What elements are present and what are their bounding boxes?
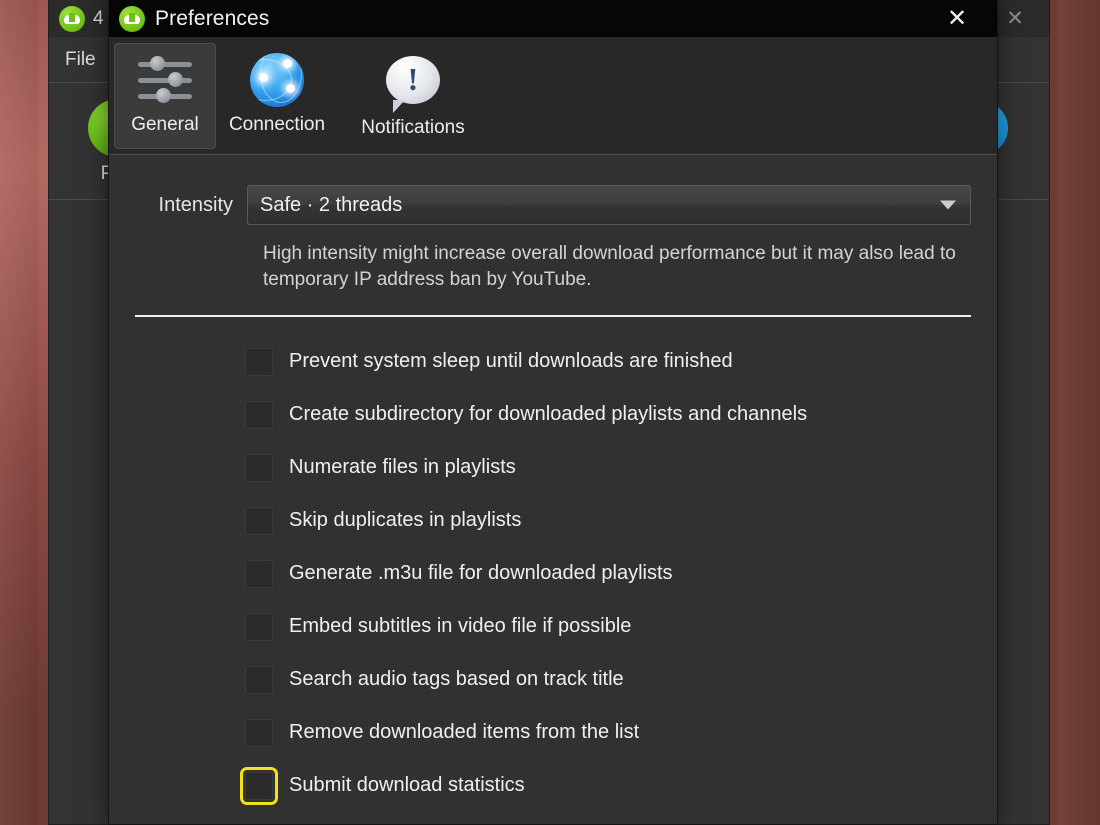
checkbox-generate-m3u[interactable] (245, 560, 273, 588)
option-label: Prevent system sleep until downloads are… (289, 350, 733, 373)
option-row-numerate-files[interactable]: Numerate files in playlists (245, 441, 971, 494)
tab-general-label: General (131, 114, 199, 136)
dialog-tabstrip: General Connection ! Notifications (109, 37, 997, 155)
cloud-download-icon (59, 6, 85, 32)
option-row-create-subdirectory[interactable]: Create subdirectory for downloaded playl… (245, 388, 971, 441)
tab-general[interactable]: General (114, 43, 216, 149)
option-row-remove-downloaded[interactable]: Remove downloaded items from the list (245, 706, 971, 759)
checkbox-embed-subtitles[interactable] (245, 613, 273, 641)
menu-item-file[interactable]: File (49, 49, 112, 71)
globe-icon (250, 53, 304, 107)
option-label: Remove downloaded items from the list (289, 721, 639, 744)
dialog-content: Intensity Safe · 2 threads High intensit… (109, 155, 997, 812)
intensity-row: Intensity Safe · 2 threads (135, 185, 971, 225)
parent-close-button[interactable]: ✕ (995, 6, 1035, 32)
section-divider (135, 315, 971, 317)
option-row-prevent-sleep[interactable]: Prevent system sleep until downloads are… (245, 335, 971, 388)
option-label: Search audio tags based on track title (289, 668, 624, 691)
option-row-skip-duplicates[interactable]: Skip duplicates in playlists (245, 494, 971, 547)
checkbox-numerate-files[interactable] (245, 454, 273, 482)
intensity-select[interactable]: Safe · 2 threads (247, 185, 971, 225)
tab-connection[interactable]: Connection (216, 43, 338, 149)
checkbox-search-audio-tags[interactable] (245, 666, 273, 694)
option-row-search-audio-tags[interactable]: Search audio tags based on track title (245, 653, 971, 706)
dialog-close-button[interactable]: ✕ (937, 3, 977, 34)
option-row-submit-statistics[interactable]: Submit download statistics (245, 759, 971, 812)
option-label: Skip duplicates in playlists (289, 509, 521, 532)
intensity-label: Intensity (135, 194, 247, 217)
checkbox-submit-statistics[interactable] (245, 772, 273, 800)
option-label: Embed subtitles in video file if possibl… (289, 615, 631, 638)
option-label: Numerate files in playlists (289, 456, 516, 479)
options-checklist: Prevent system sleep until downloads are… (135, 335, 971, 812)
option-label: Create subdirectory for downloaded playl… (289, 403, 807, 426)
checkbox-skip-duplicates[interactable] (245, 507, 273, 535)
intensity-selected-value: Safe · 2 threads (260, 194, 402, 217)
checkbox-remove-downloaded[interactable] (245, 719, 273, 747)
option-label: Submit download statistics (289, 774, 525, 797)
dialog-titlebar: Preferences ✕ (109, 0, 997, 37)
dialog-title: Preferences (155, 7, 269, 31)
option-label: Generate .m3u file for downloaded playli… (289, 562, 673, 585)
sliders-icon (136, 53, 194, 107)
checkbox-prevent-sleep[interactable] (245, 348, 273, 376)
wallpaper-stripe (1058, 0, 1100, 825)
wallpaper-stripe (0, 0, 38, 825)
checkbox-create-subdirectory[interactable] (245, 401, 273, 429)
cloud-download-icon (119, 6, 145, 32)
parent-window-title: 4 (93, 8, 104, 30)
tab-connection-label: Connection (229, 114, 325, 136)
tab-notifications[interactable]: ! Notifications (338, 43, 488, 149)
chevron-down-icon (940, 201, 956, 210)
preferences-dialog: Preferences ✕ General (108, 0, 998, 825)
intensity-help-text: High intensity might increase overall do… (263, 241, 971, 293)
option-row-generate-m3u[interactable]: Generate .m3u file for downloaded playli… (245, 547, 971, 600)
tab-notifications-label: Notifications (361, 117, 465, 139)
speech-bubble-alert-icon: ! (386, 56, 440, 104)
option-row-embed-subtitles[interactable]: Embed subtitles in video file if possibl… (245, 600, 971, 653)
